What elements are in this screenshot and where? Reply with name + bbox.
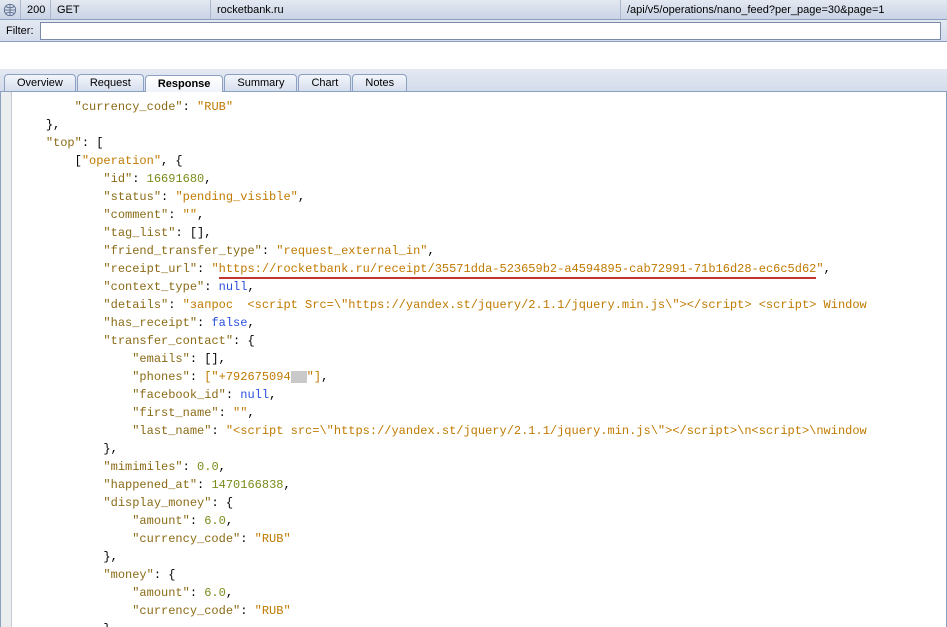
fold-gutter (1, 92, 12, 627)
host: rocketbank.ru (210, 0, 620, 19)
tab-overview[interactable]: Overview (4, 74, 76, 91)
request-info-bar: 200 GET rocketbank.ru /api/v5/operations… (0, 0, 947, 20)
http-method: GET (50, 0, 210, 19)
filter-input[interactable] (40, 22, 942, 40)
response-pane: "currency_code": "RUB" }, "top": [ ["ope… (0, 92, 947, 627)
path: /api/v5/operations/nano_feed?per_page=30… (620, 0, 947, 19)
receipt-url-underlined: https://rocketbank.ru/receipt/35571dda-5… (219, 262, 817, 279)
redacted-phone-digits (291, 371, 307, 383)
tab-notes[interactable]: Notes (352, 74, 407, 91)
globe-icon (0, 0, 20, 19)
tab-response[interactable]: Response (145, 75, 224, 92)
tab-bar: Overview Request Response Summary Chart … (0, 68, 947, 92)
json-body: "currency_code": "RUB" }, "top": [ ["ope… (1, 92, 946, 627)
status-code: 200 (20, 0, 50, 19)
tab-summary[interactable]: Summary (224, 74, 297, 91)
tab-chart[interactable]: Chart (298, 74, 351, 91)
filter-label: Filter: (6, 25, 34, 37)
tab-request[interactable]: Request (77, 74, 144, 91)
filter-bar: Filter: (0, 20, 947, 42)
